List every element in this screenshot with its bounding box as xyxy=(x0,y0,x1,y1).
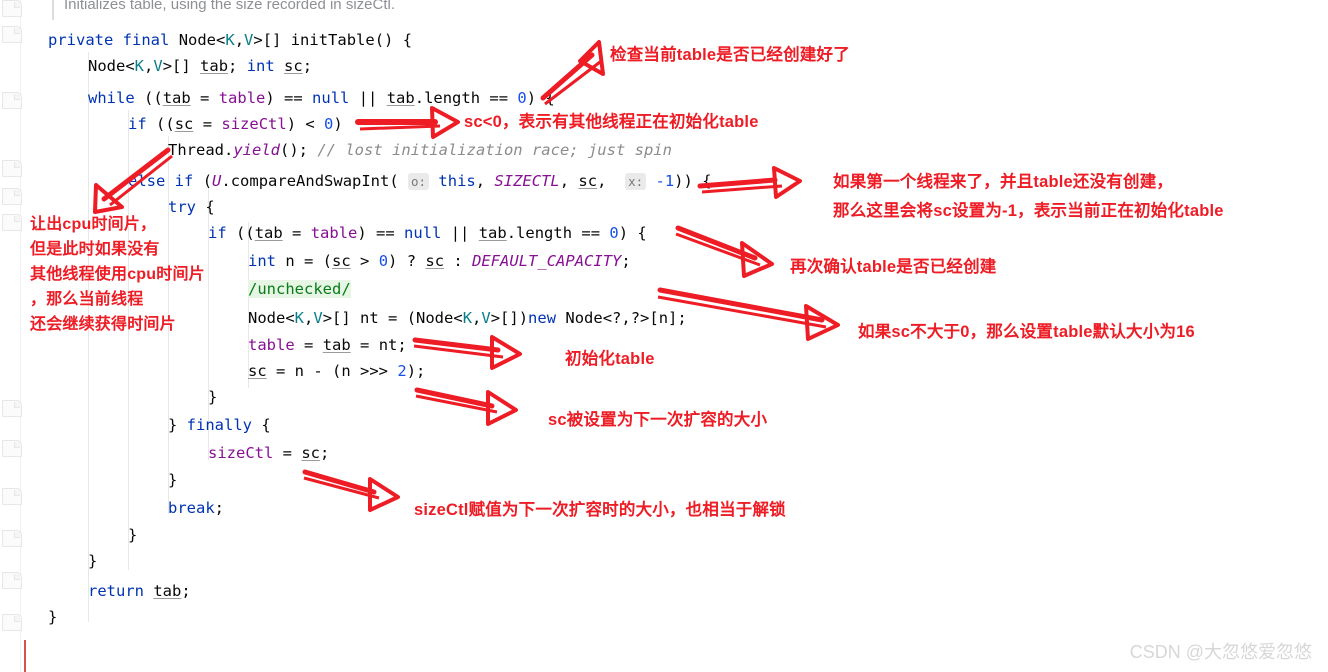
doc-hint-bar xyxy=(52,0,54,20)
gutter-fold-marker[interactable] xyxy=(2,488,22,505)
code-line-10[interactable]: /unchecked/ xyxy=(248,276,351,302)
annotation-recheck-table: 再次确认table是否已经创建 xyxy=(790,258,997,276)
gutter-fold-marker[interactable] xyxy=(2,188,22,205)
code-line-12[interactable]: table = tab = nt; xyxy=(248,332,407,358)
code-line-6[interactable]: else if (U.compareAndSwapInt( o: this, S… xyxy=(128,168,712,194)
gutter-fold-marker[interactable] xyxy=(2,0,22,17)
code-line-22[interactable]: } xyxy=(48,604,57,630)
gutter-fold-marker[interactable] xyxy=(2,530,22,547)
indent-guide xyxy=(88,52,89,622)
code-line-15[interactable]: } finally { xyxy=(168,412,271,438)
gutter-fold-marker[interactable] xyxy=(2,440,22,457)
code-line-20[interactable]: } xyxy=(88,548,97,574)
gutter-fold-marker[interactable] xyxy=(2,26,22,43)
gutter-fold-marker[interactable] xyxy=(2,572,22,589)
annotation-yield-cpu-slice-line2: 但是此时如果没有 xyxy=(30,241,160,258)
annotation-sc-next-resize: sc被设置为下一次扩容的大小 xyxy=(548,411,768,429)
code-line-17[interactable]: } xyxy=(168,467,177,493)
gutter-fold-marker[interactable] xyxy=(2,160,22,177)
code-line-3[interactable]: while ((tab = table) == null || tab.leng… xyxy=(88,85,555,111)
annotation-yield-cpu-slice-line5: 还会继续获得时间片 xyxy=(30,316,176,333)
annotation-sizectl-assign-unlock: sizeCtl赋值为下一次扩容时的大小，也相当于解锁 xyxy=(414,501,786,519)
gutter-fold-marker[interactable] xyxy=(2,214,22,231)
code-line-11[interactable]: Node<K,V>[] nt = (Node<K,V>[])new Node<?… xyxy=(248,305,687,331)
annotation-yield-cpu-slice-line4: ，那么当前线程 xyxy=(30,291,144,308)
gutter-fold-marker[interactable] xyxy=(2,92,22,109)
code-line-5[interactable]: Thread.yield(); // lost initialization r… xyxy=(168,137,672,163)
annotation-yield-cpu-slice-line1: 让出cpu时间片， xyxy=(30,216,157,233)
annotation-yield-cpu-slice-line3: 其他线程使用cpu时间片 xyxy=(30,266,205,283)
code-line-4[interactable]: if ((sc = sizeCtl) < 0) xyxy=(128,111,343,137)
code-line-2[interactable]: Node<K,V>[] tab; int sc; xyxy=(88,53,312,79)
csdn-watermark: CSDN @大忽悠爱忽悠 xyxy=(1129,642,1312,662)
code-line-13[interactable]: sc = n - (n >>> 2); xyxy=(248,358,425,384)
screenshot-root: Initializes table, using the size record… xyxy=(0,0,1328,672)
code-line-18[interactable]: break; xyxy=(168,495,224,521)
javadoc-hint-text: Initializes table, using the size record… xyxy=(64,0,395,13)
gutter-fold-marker[interactable] xyxy=(2,614,22,631)
annotation-init-table: 初始化table xyxy=(565,350,655,368)
code-line-8[interactable]: if ((tab = table) == null || tab.length … xyxy=(208,220,647,246)
code-line-7[interactable]: try { xyxy=(168,194,215,220)
code-line-9[interactable]: int n = (sc > 0) ? sc : DEFAULT_CAPACITY… xyxy=(248,248,631,274)
code-line-1[interactable]: private final Node<K,V>[] initTable() { xyxy=(48,27,412,53)
annotation-check-table-created: 检查当前table是否已经创建好了 xyxy=(610,46,850,64)
code-line-16[interactable]: sizeCtl = sc; xyxy=(208,440,329,466)
code-line-19[interactable]: } xyxy=(128,522,137,548)
gutter-fold-marker[interactable] xyxy=(2,400,22,417)
annotation-first-thread-cas-line1: 如果第一个线程来了，并且table还没有创建， xyxy=(833,173,1174,191)
code-line-21[interactable]: return tab; xyxy=(88,578,191,604)
code-line-14[interactable]: } xyxy=(208,384,217,410)
left-modification-rule xyxy=(24,640,26,672)
annotation-sc-less-than-zero: sc<0，表示有其他线程正在初始化table xyxy=(464,113,759,131)
annotation-default-capacity-16: 如果sc不大于0，那么设置table默认大小为16 xyxy=(858,323,1195,341)
annotation-first-thread-cas-line2: 那么这里会将sc设置为-1，表示当前正在初始化table xyxy=(833,202,1224,220)
